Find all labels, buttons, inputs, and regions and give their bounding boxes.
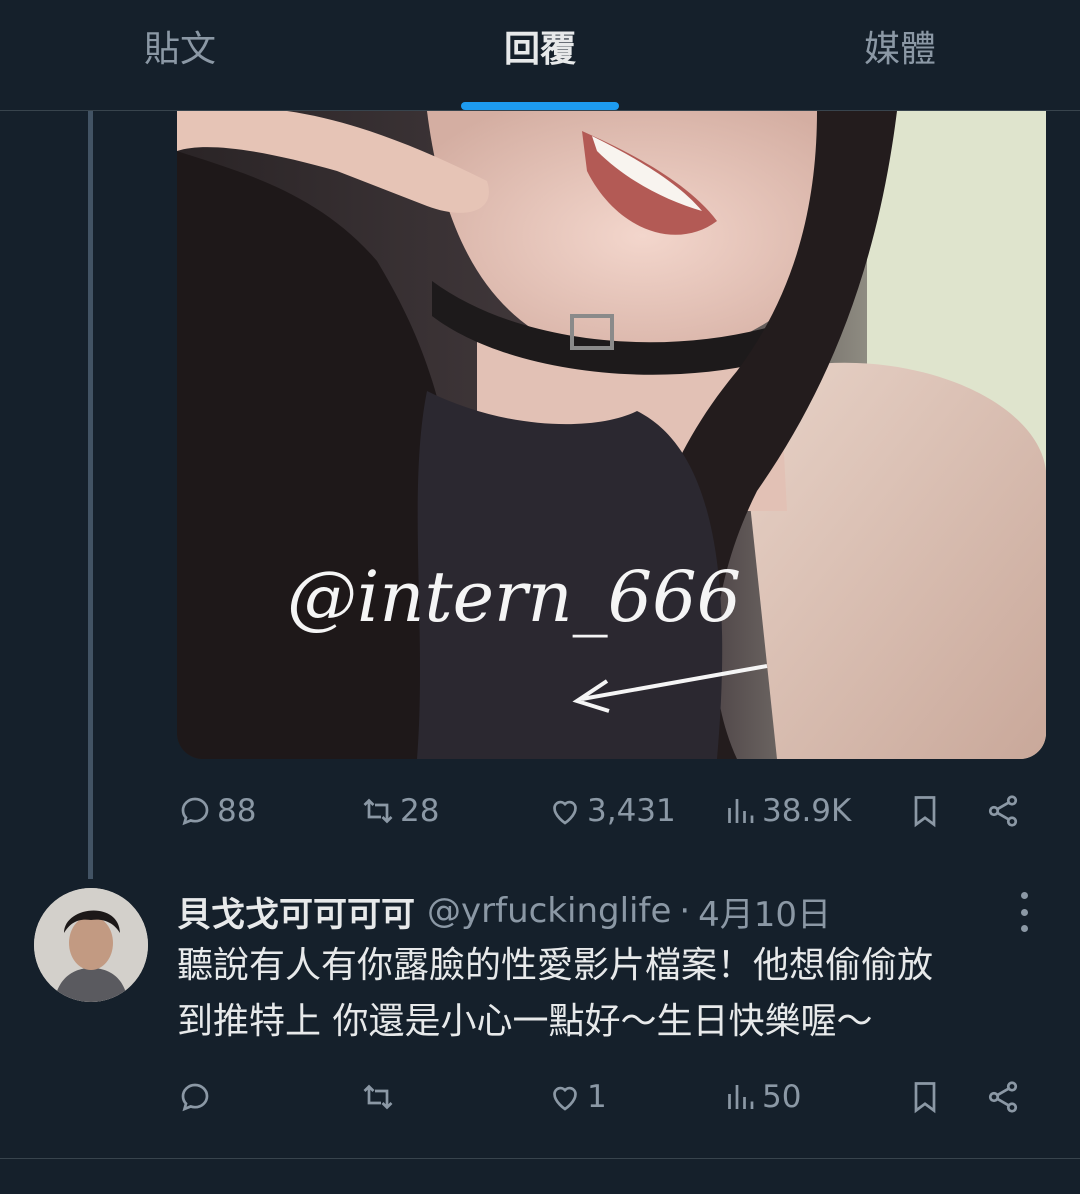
- display-name[interactable]: 貝戈戈可可可可: [177, 887, 415, 936]
- reply-header: 貝戈戈可可可可 @yrfuckinglife · 4月10日: [177, 886, 997, 936]
- views-count: 50: [762, 1079, 802, 1115]
- tab-media-label: 媒體: [863, 29, 936, 70]
- like-count: 3,431: [587, 793, 676, 829]
- views-button[interactable]: 38.9K: [722, 786, 851, 836]
- views-icon: [728, 799, 754, 823]
- repost-button[interactable]: 28: [360, 786, 439, 836]
- bookmark-button[interactable]: [907, 1072, 943, 1122]
- tab-posts[interactable]: 貼文: [0, 0, 360, 110]
- tab-media[interactable]: 媒體: [720, 0, 1080, 110]
- views-button[interactable]: 50: [722, 1072, 801, 1122]
- user-handle[interactable]: @yrfuckinglife: [427, 891, 671, 931]
- post-date[interactable]: 4月10日: [698, 887, 831, 936]
- reply-icon: [181, 1083, 209, 1112]
- tab-replies-label: 回覆: [503, 29, 576, 70]
- repost-icon: [363, 798, 393, 824]
- bookmark-button[interactable]: [907, 786, 943, 836]
- like-button[interactable]: 3,431: [547, 786, 676, 836]
- post-media-image[interactable]: @intern_666: [177, 111, 1046, 759]
- avatar[interactable]: [34, 888, 148, 1002]
- reply-icon: [181, 797, 209, 826]
- reply-text-line1: 聽說有人有你露臉的性愛影片檔案！他想偷偷放: [177, 945, 934, 986]
- tab-replies[interactable]: 回覆: [360, 0, 720, 110]
- share-button[interactable]: [985, 786, 1021, 836]
- views-icon: [728, 1085, 754, 1109]
- reply-count: 88: [217, 793, 257, 829]
- divider: [0, 1158, 1080, 1159]
- profile-tabs: 貼文 回覆 媒體: [0, 0, 1080, 111]
- reply-action-bar: 1 50: [177, 1072, 1037, 1122]
- bookmark-icon: [914, 1082, 936, 1114]
- reply-button[interactable]: [177, 1072, 217, 1122]
- share-button[interactable]: [985, 1072, 1021, 1122]
- like-button[interactable]: 1: [547, 1072, 607, 1122]
- active-tab-indicator: [461, 102, 619, 110]
- reply-button[interactable]: 88: [177, 786, 256, 836]
- more-icon[interactable]: [1006, 892, 1042, 932]
- share-icon: [988, 795, 1018, 827]
- share-icon: [988, 1081, 1018, 1113]
- repost-count: 28: [400, 793, 440, 829]
- thread-connector-line: [88, 111, 93, 879]
- watermark-text: @intern_666: [287, 556, 741, 638]
- separator-dot: ·: [679, 891, 691, 931]
- reply-text: 聽說有人有你露臉的性愛影片檔案！他想偷偷放 到推特上 你還是小心一點好～生日快樂…: [177, 938, 1037, 1050]
- repost-icon: [363, 1084, 393, 1110]
- views-count: 38.9K: [762, 793, 852, 829]
- like-count: 1: [587, 1079, 607, 1115]
- post-action-bar: 88 28 3,431 38.9K: [177, 786, 1037, 836]
- repost-button[interactable]: [360, 1072, 400, 1122]
- tab-posts-label: 貼文: [143, 29, 216, 70]
- reply-text-line2: 到推特上 你還是小心一點好～生日快樂喔～: [177, 1001, 873, 1042]
- bookmark-icon: [914, 796, 936, 828]
- heart-icon: [553, 800, 577, 825]
- heart-icon: [553, 1086, 577, 1111]
